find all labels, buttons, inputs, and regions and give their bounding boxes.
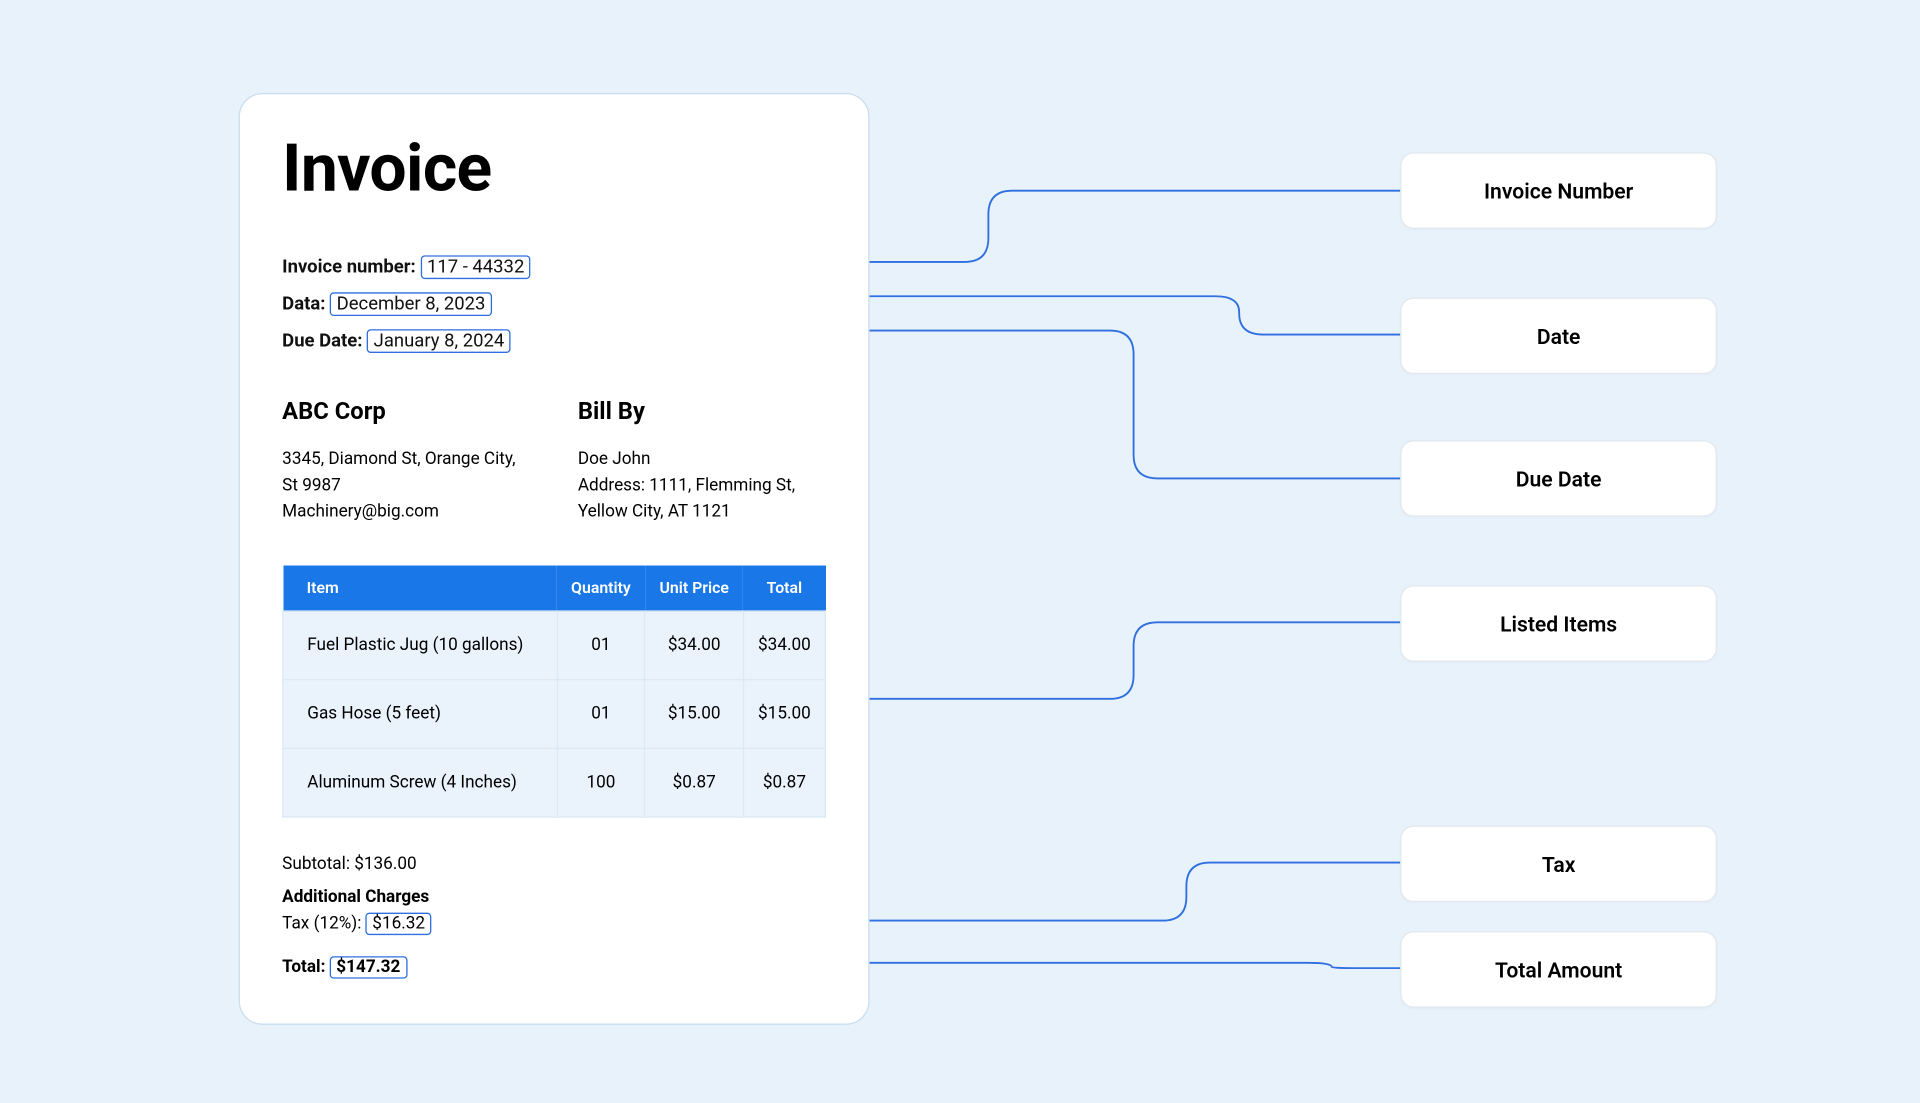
total-value: $147.32 [330,957,407,979]
subtotal-label: Subtotal: [282,855,350,875]
cell-qty: 01 [557,680,645,749]
invoice-number-value: 117 - 44332 [420,255,531,279]
from-line2: Machinery@big.com [282,500,530,527]
th-unit: Unit Price [645,566,744,612]
cell-item: Fuel Plastic Jug (10 gallons) [283,612,557,681]
billby-party: Bill By Doe John Address: 1111, Flemming… [578,398,826,527]
from-name: ABC Corp [282,398,530,426]
invoice-number-row: Invoice number: 117 - 44332 [282,255,826,279]
th-total: Total [743,566,825,612]
parties-section: ABC Corp 3345, Diamond St, Orange City, … [282,398,826,527]
th-item: Item [283,566,557,612]
th-qty: Quantity [557,566,645,612]
cell-total: $34.00 [743,612,825,681]
subtotal-value: $136.00 [354,855,416,875]
callout-total-amount: Total Amount [1400,931,1717,1008]
invoice-card: Invoice Invoice number: 117 - 44332 Data… [239,93,870,1025]
invoice-title: Invoice [282,131,826,208]
callout-invoice-number: Invoice Number [1400,152,1717,229]
cell-item: Aluminum Screw (4 Inches) [283,749,557,818]
invoice-date-value: December 8, 2023 [330,292,492,316]
cell-item: Gas Hose (5 feet) [283,680,557,749]
tax-row: Tax (12%): $16.32 [282,913,826,935]
tax-label: Tax (12%): [282,915,361,935]
cell-total: $0.87 [743,749,825,818]
invoice-due-label: Due Date: [282,331,362,352]
table-header-row: Item Quantity Unit Price Total [283,566,826,612]
subtotal-row: Subtotal: $136.00 [282,855,826,875]
tax-value: $16.32 [366,913,432,935]
billby-heading: Bill By [578,398,826,426]
total-row: Total: $147.32 [282,957,826,979]
table-row: Aluminum Screw (4 Inches)100$0.87$0.87 [283,749,826,818]
additional-charges-label: Additional Charges [282,888,826,908]
total-label: Total: [282,958,325,978]
table-row: Gas Hose (5 feet)01$15.00$15.00 [283,680,826,749]
cell-unit: $15.00 [645,680,744,749]
invoice-due-row: Due Date: January 8, 2024 [282,329,826,353]
invoice-number-label: Invoice number: [282,257,416,278]
summary-section: Subtotal: $136.00 Additional Charges Tax… [282,855,826,979]
callout-tax: Tax [1400,826,1717,903]
invoice-due-value: January 8, 2024 [367,329,511,353]
cell-qty: 01 [557,612,645,681]
callout-listed-items: Listed Items [1400,585,1717,662]
diagram-stage: Invoice Invoice number: 117 - 44332 Data… [1,0,1919,1103]
cell-unit: $34.00 [645,612,744,681]
items-table: Item Quantity Unit Price Total Fuel Plas… [282,566,826,818]
invoice-date-label: Data: [282,294,325,315]
cell-unit: $0.87 [645,749,744,818]
invoice-date-row: Data: December 8, 2023 [282,292,826,316]
from-line1: 3345, Diamond St, Orange City, St 9987 [282,447,530,500]
billby-name: Doe John [578,447,826,474]
callout-due-date: Due Date [1400,440,1717,517]
billby-line1: Address: 1111, Flemming St, Yellow City,… [578,473,826,526]
from-party: ABC Corp 3345, Diamond St, Orange City, … [282,398,530,527]
cell-total: $15.00 [743,680,825,749]
cell-qty: 100 [557,749,645,818]
table-row: Fuel Plastic Jug (10 gallons)01$34.00$34… [283,612,826,681]
callout-date: Date [1400,298,1717,375]
